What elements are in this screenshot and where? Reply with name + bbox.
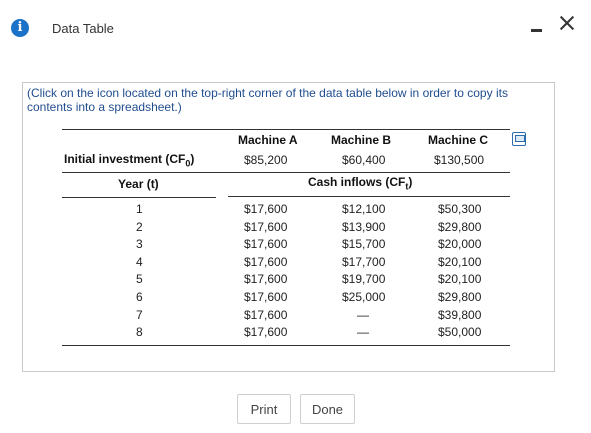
column-header-machine-b: Machine B (331, 133, 392, 147)
instruction-text: (Click on the icon located on the top-ri… (27, 86, 508, 114)
print-button[interactable]: Print (237, 394, 291, 424)
machine-c-cell: $29,800 (438, 220, 482, 234)
column-header-machine-a: Machine A (238, 133, 298, 147)
machine-a-cell: $17,600 (244, 255, 288, 269)
year-cell: 6 (136, 290, 143, 304)
machine-a-cell: $17,600 (244, 237, 288, 251)
initial-investment-label: Initial investment (CF0) (64, 152, 195, 169)
machine-c-cell: $29,800 (438, 290, 482, 304)
year-cell: 1 (136, 202, 143, 216)
machine-c-cell: $50,000 (438, 325, 482, 339)
machine-c-cell: $20,100 (438, 255, 482, 269)
year-cell: 7 (136, 308, 143, 322)
table-rule (62, 197, 216, 198)
initial-investment-a: $85,200 (244, 153, 288, 167)
copy-to-spreadsheet-icon[interactable] (512, 132, 526, 146)
machine-b-cell: — (357, 308, 369, 322)
table-rule (62, 172, 510, 173)
machine-a-cell: $17,600 (244, 290, 288, 304)
machine-b-cell: — (357, 325, 369, 339)
year-cell: 5 (136, 272, 143, 286)
year-cell: 3 (136, 237, 143, 251)
machine-b-cell: $13,900 (342, 220, 386, 234)
machine-a-cell: $17,600 (244, 272, 288, 286)
machine-b-cell: $15,700 (342, 237, 386, 251)
title-bar: i Data Table (0, 0, 591, 52)
cash-inflows-header: Cash inflows (CFt) (308, 175, 413, 192)
done-button[interactable]: Done (300, 394, 355, 424)
year-cell: 2 (136, 220, 143, 234)
machine-a-cell: $17,600 (244, 325, 288, 339)
table-rule (228, 196, 510, 197)
machine-b-cell: $19,700 (342, 272, 386, 286)
window-title: Data Table (52, 21, 114, 36)
machine-c-cell: $50,300 (438, 202, 482, 216)
initial-investment-b: $60,400 (342, 153, 386, 167)
machine-b-cell: $12,100 (342, 202, 386, 216)
machine-a-cell: $17,600 (244, 220, 288, 234)
table-top-rule (62, 129, 510, 130)
machine-c-cell: $39,800 (438, 308, 482, 322)
machine-a-cell: $17,600 (244, 202, 288, 216)
machine-b-cell: $17,700 (342, 255, 386, 269)
machine-b-cell: $25,000 (342, 290, 386, 304)
machine-a-cell: $17,600 (244, 308, 288, 322)
machine-c-cell: $20,000 (438, 237, 482, 251)
machine-c-cell: $20,100 (438, 272, 482, 286)
table-bottom-rule (62, 345, 510, 346)
year-header: Year (t) (118, 177, 159, 191)
initial-investment-c: $130,500 (434, 153, 485, 167)
year-cell: 8 (136, 325, 143, 339)
year-cell: 4 (136, 255, 143, 269)
info-icon: i (11, 19, 29, 37)
column-header-machine-c: Machine C (428, 133, 489, 147)
minimize-button[interactable] (531, 29, 542, 32)
close-button[interactable] (556, 12, 578, 34)
